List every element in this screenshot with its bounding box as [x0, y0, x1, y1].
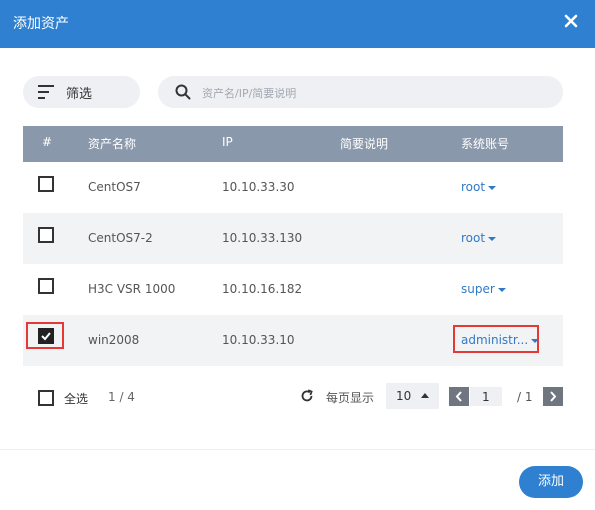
col-header-name: 资产名称	[88, 137, 137, 151]
table-row[interactable]: CentOS7 10.10.33.30 root	[23, 162, 563, 213]
filter-button[interactable]: 筛选	[23, 76, 140, 108]
account-dropdown[interactable]: administr...	[461, 333, 540, 347]
chevron-down-icon	[488, 236, 497, 241]
page-total: / 1	[517, 390, 533, 404]
table-row[interactable]: win2008 10.10.33.10 administr...	[23, 315, 563, 366]
account-dropdown[interactable]: super	[461, 282, 506, 296]
search-icon	[175, 84, 191, 100]
close-icon[interactable]	[564, 14, 578, 28]
col-header-account: 系统账号	[461, 137, 510, 151]
asset-ip: 10.10.33.10	[222, 333, 295, 347]
table-row[interactable]: H3C VSR 1000 10.10.16.182 super	[23, 264, 563, 315]
account-value: super	[461, 282, 495, 296]
chevron-down-icon	[488, 185, 497, 190]
row-checkbox[interactable]	[38, 176, 54, 192]
table-header: # 资产名称 IP 简要说明 系统账号	[23, 126, 563, 162]
col-header-hash: #	[42, 135, 53, 149]
account-value: root	[461, 180, 486, 194]
pagination-bar: 全选 1 / 4 每页显示 10 / 1	[0, 383, 595, 413]
select-all-checkbox[interactable]	[38, 390, 54, 406]
dialog-title: 添加资产	[13, 16, 69, 32]
refresh-icon[interactable]	[300, 389, 314, 403]
asset-name: win2008	[88, 333, 140, 347]
search-box	[158, 76, 563, 108]
check-icon	[41, 332, 51, 341]
asset-name: H3C VSR 1000	[88, 282, 176, 296]
col-header-desc: 简要说明	[340, 137, 389, 151]
next-page-button[interactable]	[543, 387, 563, 406]
account-dropdown[interactable]: root	[461, 231, 497, 245]
col-header-ip: IP	[222, 135, 233, 149]
row-checkbox[interactable]	[38, 227, 54, 243]
chevron-right-icon	[550, 391, 557, 402]
select-all-label: 全选	[64, 392, 89, 406]
chevron-down-icon	[497, 287, 506, 292]
account-value: administr...	[461, 333, 529, 347]
table-row[interactable]: CentOS7-2 10.10.33.130 root	[23, 213, 563, 264]
prev-page-button[interactable]	[449, 387, 469, 406]
selection-count: 1 / 4	[108, 390, 135, 404]
account-value: root	[461, 231, 486, 245]
per-page-select[interactable]: 10	[386, 383, 439, 409]
row-checkbox[interactable]	[38, 328, 54, 344]
search-input[interactable]	[200, 82, 544, 104]
chevron-down-icon	[531, 338, 540, 343]
page-number-input[interactable]	[470, 387, 502, 406]
asset-ip: 10.10.33.130	[222, 231, 303, 245]
chevron-left-icon	[455, 391, 462, 402]
footer-divider	[0, 449, 595, 450]
chevron-up-icon	[421, 393, 429, 398]
asset-ip: 10.10.33.30	[222, 180, 295, 194]
account-dropdown[interactable]: root	[461, 180, 497, 194]
asset-ip: 10.10.16.182	[222, 282, 303, 296]
filter-label: 筛选	[66, 87, 93, 102]
asset-name: CentOS7-2	[88, 231, 153, 245]
dialog-header: 添加资产	[0, 0, 595, 48]
asset-name: CentOS7	[88, 180, 141, 194]
add-button[interactable]: 添加	[519, 466, 583, 498]
filter-icon	[38, 85, 54, 99]
row-checkbox[interactable]	[38, 278, 54, 294]
asset-table: # 资产名称 IP 简要说明 系统账号 CentOS7 10.10.33.30 …	[23, 126, 563, 366]
per-page-label: 每页显示	[326, 391, 375, 405]
per-page-value: 10	[396, 389, 412, 403]
